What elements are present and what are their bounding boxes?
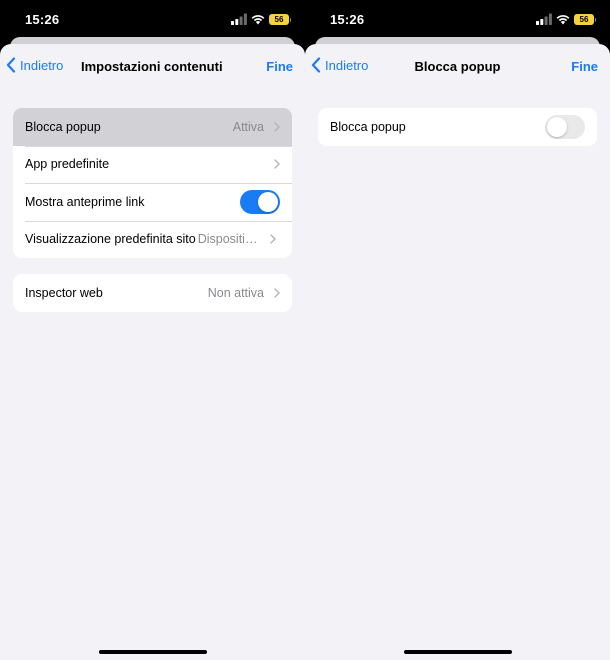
page-title: Impostazioni contenuti	[81, 59, 223, 74]
chevron-right-icon	[274, 288, 280, 298]
status-time: 15:26	[25, 12, 60, 27]
settings-group-popups: Blocca popup	[318, 108, 597, 146]
row-block-popups[interactable]: Blocca popup Attiva	[13, 108, 292, 146]
row-block-popups: Blocca popup	[318, 108, 597, 146]
row-label: Blocca popup	[330, 119, 406, 134]
row-label: Blocca popup	[25, 119, 101, 134]
block-popups-toggle[interactable]	[545, 114, 585, 139]
status-icons: 56	[536, 12, 596, 26]
status-time: 15:26	[330, 12, 365, 27]
status-bar: 15:26 56	[305, 0, 610, 38]
status-bar: 15:26 56	[0, 0, 305, 38]
settings-sheet: Indietro Impostazioni contenuti Fine Blo…	[0, 44, 305, 660]
row-value: Non attiva	[207, 285, 264, 300]
row-label: Mostra anteprime link	[25, 194, 145, 209]
wifi-icon	[251, 14, 265, 24]
row-link-previews: Mostra anteprime link	[13, 183, 292, 221]
back-label: Indietro	[20, 57, 64, 73]
wifi-icon	[556, 14, 570, 24]
done-button[interactable]: Fine	[571, 59, 598, 74]
battery-icon: 56	[269, 13, 291, 25]
settings-group-developer: Inspector web Non attiva	[13, 274, 292, 312]
row-web-inspector[interactable]: Inspector web Non attiva	[13, 274, 292, 312]
phone-screen-content-settings: 15:26 56 Indietro Impostazioni contenuti…	[0, 0, 305, 660]
back-button[interactable]: Indietro	[6, 57, 63, 73]
battery-icon: 56	[574, 13, 596, 25]
home-indicator[interactable]	[403, 650, 512, 654]
row-label: Inspector web	[25, 285, 103, 300]
row-label: Visualizzazione predefinita sito	[25, 232, 196, 247]
chevron-right-icon	[274, 159, 280, 169]
row-label: App predefinite	[25, 157, 110, 172]
status-icons: 56	[231, 12, 291, 26]
link-previews-toggle[interactable]	[240, 189, 280, 214]
row-default-apps[interactable]: App predefinite	[13, 145, 292, 184]
home-indicator[interactable]	[98, 650, 207, 654]
settings-group-content: Blocca popup Attiva App predefinite Most…	[13, 108, 292, 258]
row-value: Dispositivo mobile	[197, 232, 260, 247]
done-button[interactable]: Fine	[266, 59, 293, 74]
back-button[interactable]: Indietro	[311, 57, 368, 73]
chevron-left-icon	[6, 57, 16, 73]
chevron-right-icon	[270, 234, 276, 244]
navigation-bar: Blocca popup Indietro Fine	[305, 44, 610, 88]
cellular-signal-icon	[231, 13, 247, 25]
chevron-left-icon	[311, 57, 321, 73]
toggle-knob	[258, 191, 278, 212]
toggle-knob	[547, 116, 567, 137]
navigation-bar: Indietro Impostazioni contenuti Fine	[0, 44, 305, 88]
chevron-right-icon	[274, 122, 280, 132]
settings-sheet: Blocca popup Indietro Fine Blocca popup	[305, 44, 610, 660]
row-value: Attiva	[232, 119, 264, 134]
cellular-signal-icon	[536, 13, 552, 25]
back-label: Indietro	[325, 57, 369, 73]
phone-screen-block-popups: 15:26 56 Blocca popup Indietro Fine Bloc…	[305, 0, 610, 660]
row-default-site-view[interactable]: Visualizzazione predefinita sito Disposi…	[13, 220, 292, 259]
